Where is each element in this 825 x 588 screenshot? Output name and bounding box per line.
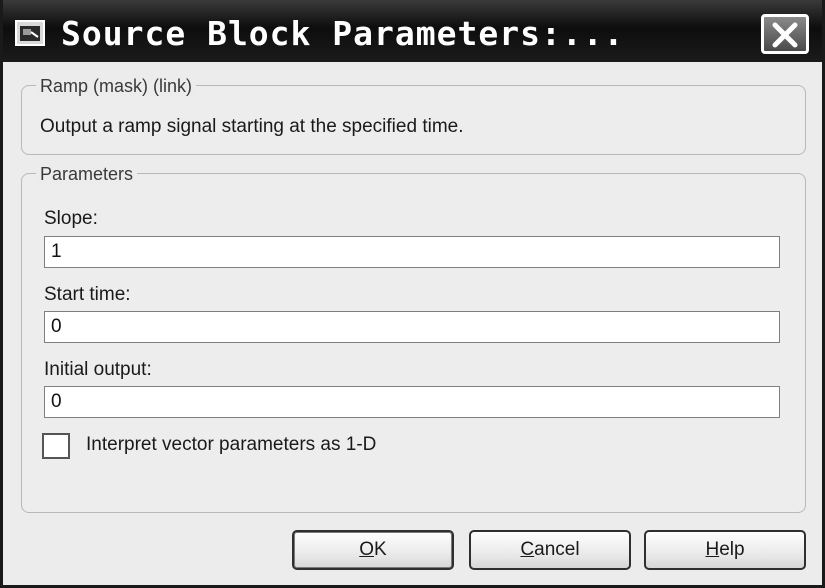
cancel-button[interactable]: Cancel [469, 530, 631, 570]
help-mnemonic: H [705, 539, 720, 560]
window-title: Source Block Parameters:... [61, 14, 625, 53]
description-group-legend: Ramp (mask) (link) [36, 75, 197, 97]
title-bar[interactable]: Source Block Parameters:... [3, 0, 822, 62]
block-description: Output a ramp signal starting at the spe… [40, 116, 464, 137]
initial-output-input[interactable] [44, 386, 780, 418]
start-time-input[interactable] [44, 311, 780, 343]
ok-button[interactable]: OK [292, 530, 454, 570]
dialog-window: Source Block Parameters:... Ramp (mask) … [0, 0, 825, 588]
interpret-vector-label[interactable]: Interpret vector parameters as 1-D [86, 434, 376, 456]
description-group: Ramp (mask) (link) Output a ramp signal … [21, 75, 806, 155]
initial-output-label: Initial output: [44, 359, 152, 380]
interpret-vector-checkbox[interactable] [42, 433, 70, 459]
simulink-block-icon [15, 20, 45, 46]
cancel-label-rest: ancel [534, 539, 580, 560]
ok-label-rest: K [374, 539, 387, 560]
help-button[interactable]: Help [644, 530, 806, 570]
close-button[interactable] [761, 14, 809, 54]
parameters-group: Parameters Slope: Start time: Initial ou… [21, 163, 806, 513]
start-time-label: Start time: [44, 284, 131, 305]
help-label-rest: elp [719, 539, 745, 560]
cancel-mnemonic: C [520, 539, 535, 560]
parameters-group-legend: Parameters [36, 163, 138, 185]
slope-input[interactable] [44, 236, 780, 268]
slope-label: Slope: [44, 208, 98, 229]
ok-mnemonic: O [359, 539, 375, 560]
close-icon [772, 22, 798, 48]
